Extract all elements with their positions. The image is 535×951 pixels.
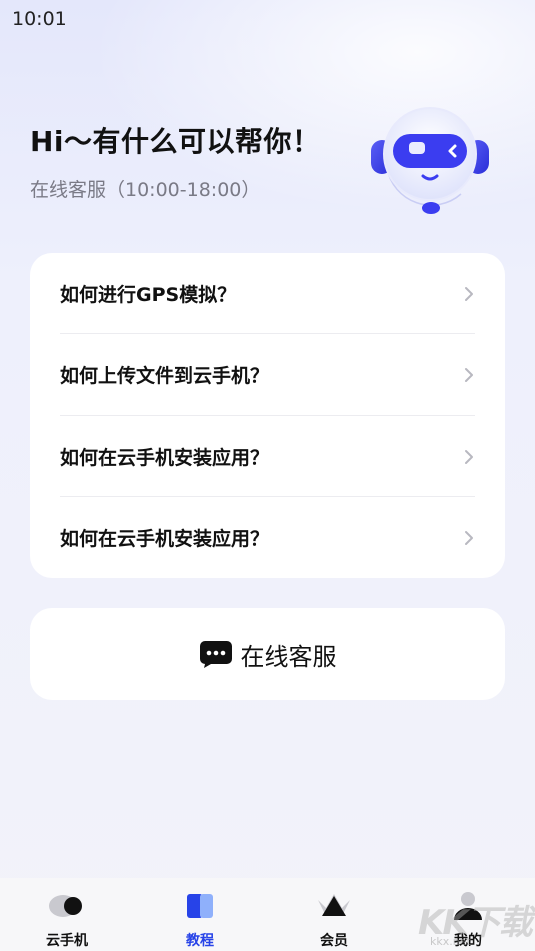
- online-service-button[interactable]: 在线客服: [30, 608, 505, 700]
- bottom-tab-bar: 云手机 教程 会员 我的: [0, 878, 535, 951]
- faq-item-gps[interactable]: 如何进行GPS模拟？: [60, 253, 475, 334]
- hero-subtitle: 在线客服（10:00-18:00）: [30, 179, 261, 201]
- faq-item-label: 如何在云手机安装应用？: [60, 528, 270, 550]
- chevron-right-icon: [465, 449, 473, 464]
- faq-item-install-app-2[interactable]: 如何在云手机安装应用？: [60, 497, 475, 578]
- tab-label: 我的: [454, 933, 482, 949]
- status-time: 10:01: [12, 8, 67, 30]
- faq-item-label: 如何进行GPS模拟？: [60, 284, 237, 306]
- robot-mascot-icon: [371, 107, 489, 214]
- online-service-label: 在线客服: [240, 642, 337, 671]
- book-icon: [187, 894, 213, 918]
- chevron-right-icon: [465, 367, 473, 382]
- tab-tutorial[interactable]: 教程: [155, 878, 245, 951]
- person-icon: [454, 892, 482, 920]
- crown-icon: [318, 894, 350, 916]
- tab-mine[interactable]: 我的: [423, 878, 513, 951]
- faq-item-install-app[interactable]: 如何在云手机安装应用？: [60, 416, 475, 497]
- status-bar: 10:01: [0, 0, 535, 38]
- chevron-right-icon: [465, 286, 473, 301]
- tab-label: 会员: [320, 933, 348, 949]
- faq-item-upload[interactable]: 如何上传文件到云手机？: [60, 334, 475, 415]
- tab-cloud-phone[interactable]: 云手机: [22, 878, 112, 951]
- chat-bubble-icon: [199, 641, 232, 668]
- faq-item-label: 如何在云手机安装应用？: [60, 447, 270, 469]
- tab-label: 教程: [186, 933, 214, 949]
- cloud-phone-icon: [49, 895, 82, 917]
- hero-title: Hi～有什么可以帮你！: [30, 125, 321, 158]
- chevron-right-icon: [465, 530, 473, 545]
- tab-membership[interactable]: 会员: [289, 878, 379, 951]
- faq-item-label: 如何上传文件到云手机？: [60, 365, 270, 387]
- faq-card: 如何进行GPS模拟？ 如何上传文件到云手机？ 如何在云手机安装应用？ 如何在云手…: [30, 253, 505, 578]
- tab-label: 云手机: [46, 933, 88, 949]
